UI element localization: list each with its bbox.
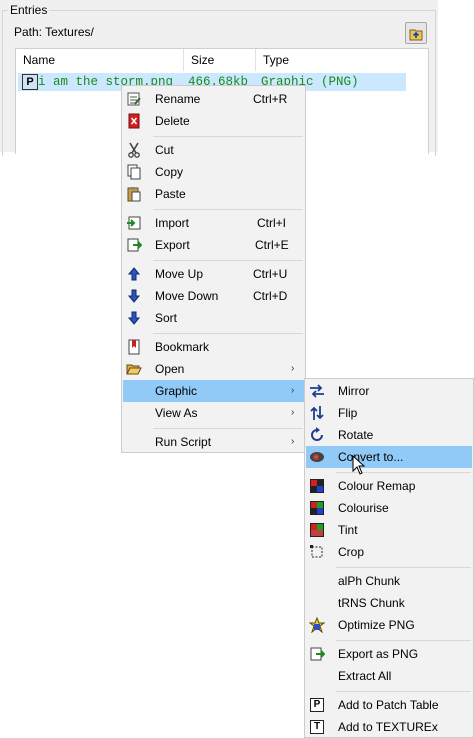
- export-icon: [310, 647, 325, 661]
- png-file-icon: P: [22, 74, 38, 90]
- menu-item-sort[interactable]: Sort: [124, 307, 303, 329]
- menu-item-run-script[interactable]: Run Script ›: [124, 431, 303, 453]
- texture-icon: T: [310, 720, 324, 734]
- arrow-up-icon: [127, 267, 141, 281]
- bookmark-icon: [128, 339, 140, 355]
- colourise-icon: [310, 501, 324, 515]
- submenu-item-mirror[interactable]: Mirror: [307, 380, 471, 402]
- rename-icon: [127, 92, 141, 106]
- folder-up-icon: [409, 29, 423, 41]
- submenu-item-convert-to[interactable]: Convert to...: [306, 446, 472, 468]
- submenu-item-colour-remap[interactable]: Colour Remap: [307, 475, 471, 497]
- sort-icon: [127, 311, 141, 325]
- menu-item-delete[interactable]: Delete: [124, 110, 303, 132]
- rotate-icon: [311, 427, 323, 441]
- submenu-arrow-icon: ›: [291, 363, 295, 374]
- submenu-arrow-icon: ›: [291, 385, 295, 396]
- import-icon: [127, 216, 141, 230]
- menu-item-move-down[interactable]: Move Down Ctrl+D: [124, 285, 303, 307]
- mirror-icon: [310, 384, 324, 398]
- menu-separator: [336, 640, 471, 641]
- submenu-item-crop[interactable]: Crop: [307, 541, 471, 563]
- menu-separator: [153, 428, 303, 429]
- paste-icon: [127, 187, 141, 202]
- menu-item-rename[interactable]: Rename Ctrl+R: [124, 88, 303, 110]
- menu-item-view-as[interactable]: View As ›: [124, 402, 303, 424]
- menu-item-graphic[interactable]: Graphic ›: [123, 380, 304, 402]
- open-folder-icon: [126, 364, 142, 375]
- submenu-item-flip[interactable]: Flip: [307, 402, 471, 424]
- colour-remap-icon: [310, 479, 324, 493]
- submenu-item-add-to-texturex[interactable]: T Add to TEXTUREx: [307, 716, 471, 738]
- flip-icon: [310, 406, 324, 420]
- optimize-wand-icon: [309, 617, 325, 633]
- menu-separator: [336, 567, 471, 568]
- entries-group-title: Entries: [8, 3, 50, 17]
- convert-icon: [310, 452, 324, 462]
- menu-item-bookmark[interactable]: Bookmark: [124, 336, 303, 358]
- mouse-cursor-icon: [352, 455, 366, 475]
- submenu-item-add-to-patch-table[interactable]: P Add to Patch Table: [307, 694, 471, 716]
- menu-separator: [336, 691, 471, 692]
- menu-item-move-up[interactable]: Move Up Ctrl+U: [124, 263, 303, 285]
- menu-item-copy[interactable]: Copy: [124, 161, 303, 183]
- tint-icon: [310, 523, 324, 537]
- submenu-item-trns-chunk[interactable]: tRNS Chunk: [307, 592, 471, 614]
- menu-separator: [153, 333, 303, 334]
- menu-item-import[interactable]: Import Ctrl+I: [124, 212, 303, 234]
- submenu-item-alph-chunk[interactable]: alPh Chunk: [307, 570, 471, 592]
- graphic-submenu: Mirror Flip Rotate Convert to... Colour …: [304, 378, 474, 738]
- menu-separator: [153, 136, 303, 137]
- submenu-item-export-as-png[interactable]: Export as PNG: [307, 643, 471, 665]
- column-header-type[interactable]: Type: [256, 49, 423, 71]
- delete-icon: [128, 113, 140, 129]
- menu-separator: [153, 209, 303, 210]
- column-header-size[interactable]: Size: [184, 49, 256, 71]
- menu-item-cut[interactable]: Cut: [124, 139, 303, 161]
- submenu-item-tint[interactable]: Tint: [307, 519, 471, 541]
- menu-separator: [153, 260, 303, 261]
- submenu-item-colourise[interactable]: Colourise: [307, 497, 471, 519]
- submenu-item-rotate[interactable]: Rotate: [307, 424, 471, 446]
- menu-item-paste[interactable]: Paste: [124, 183, 303, 205]
- arrow-down-icon: [127, 289, 141, 303]
- context-menu: Rename Ctrl+R Delete Cut Copy Paste Impo…: [121, 85, 306, 453]
- export-icon: [127, 238, 142, 252]
- copy-icon: [127, 164, 141, 180]
- column-header-name[interactable]: Name: [16, 49, 184, 71]
- submenu-item-optimize-png[interactable]: Optimize PNG: [307, 614, 471, 636]
- submenu-arrow-icon: ›: [291, 407, 295, 418]
- scissors-icon: [128, 142, 140, 158]
- patch-icon: P: [310, 698, 324, 712]
- menu-item-export[interactable]: Export Ctrl+E: [124, 234, 303, 256]
- submenu-item-extract-all[interactable]: Extract All: [307, 665, 471, 687]
- go-up-directory-button[interactable]: [405, 22, 427, 44]
- submenu-arrow-icon: ›: [291, 436, 295, 447]
- path-label: Path: Textures/: [14, 25, 94, 39]
- crop-icon: [310, 545, 323, 558]
- menu-item-open[interactable]: Open ›: [124, 358, 303, 380]
